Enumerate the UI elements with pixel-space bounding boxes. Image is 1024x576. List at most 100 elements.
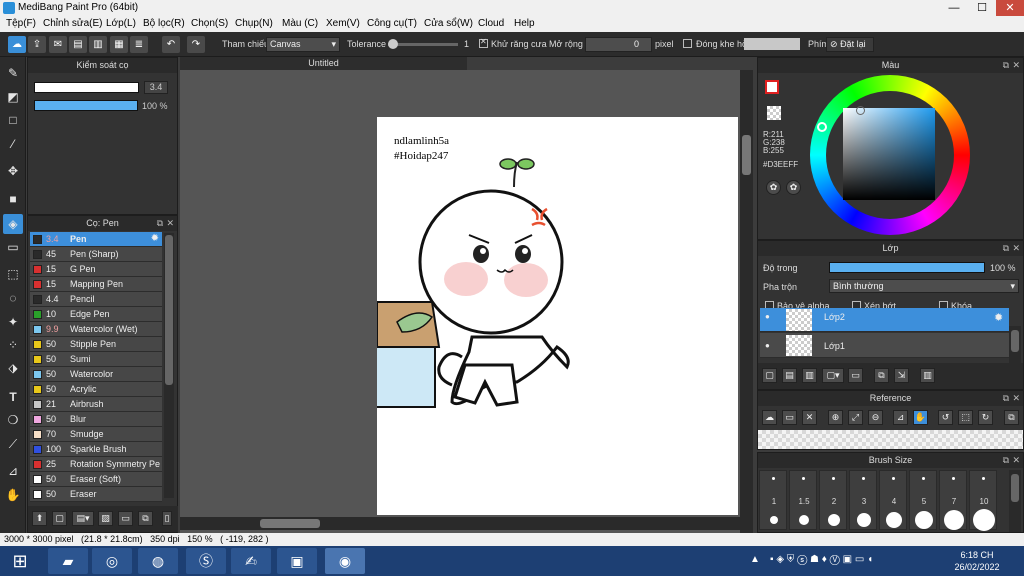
brush-folder-icon[interactable]: ▭ bbox=[118, 511, 133, 526]
flip-icon[interactable]: ⬚ bbox=[958, 410, 973, 425]
file-explorer-icon[interactable]: ▰ bbox=[48, 548, 88, 574]
grid-icon[interactable]: ▦ bbox=[110, 36, 128, 53]
brush-item[interactable]: 50 Acrylic bbox=[30, 382, 162, 397]
layer-scroll-thumb[interactable] bbox=[1011, 330, 1019, 352]
brush-item[interactable]: 15 Mapping Pen bbox=[30, 277, 162, 292]
skype-icon[interactable]: Ⓢ bbox=[186, 548, 226, 574]
rotate-left-icon[interactable]: ↺ bbox=[938, 410, 953, 425]
new-layer-icon[interactable]: ▢ bbox=[762, 368, 777, 383]
duplicate-layer-icon[interactable]: ⧉ bbox=[874, 368, 889, 383]
brush-opacity-slider[interactable] bbox=[34, 100, 138, 111]
select-tool-icon[interactable]: ⬚ bbox=[3, 264, 23, 284]
popout-icon[interactable]: ⧉ bbox=[157, 216, 163, 231]
photos-icon[interactable]: ▣ bbox=[277, 548, 317, 574]
trash-icon[interactable]: ▥ bbox=[920, 368, 935, 383]
brush-menu-icon[interactable]: ▤▾ bbox=[72, 511, 94, 526]
canvas-vertical-scrollbar[interactable] bbox=[740, 70, 753, 533]
primary-color-swatch[interactable] bbox=[765, 80, 779, 94]
layer-row[interactable]: ● Lớp2 ✹ bbox=[760, 308, 1009, 332]
blend-mode-select[interactable]: Bình thường ▾ bbox=[829, 279, 1019, 293]
menu-select[interactable]: Chọn(S) bbox=[191, 18, 228, 29]
gradient-tool-icon[interactable]: ▭ bbox=[3, 237, 23, 257]
brush-item[interactable]: 21 Airbrush bbox=[30, 397, 162, 412]
close-panel-icon[interactable]: ✕ bbox=[1012, 241, 1020, 256]
brush-item[interactable]: 50 Watercolor bbox=[30, 367, 162, 382]
menu-layer[interactable]: Lớp(L) bbox=[106, 18, 136, 29]
brush-copy-icon[interactable]: ⧉ bbox=[138, 511, 153, 526]
windows-start-icon[interactable]: ⊞ bbox=[2, 548, 38, 574]
menu-color[interactable]: Màu (C) bbox=[282, 18, 318, 29]
zoom-out-icon[interactable]: ⊖ bbox=[868, 410, 883, 425]
tray-expand-icon[interactable]: ▲ bbox=[750, 554, 760, 565]
tray-icons[interactable]: ▪ ◈ ⛨ ⓢ ☗ ♦ Ⓥ ▣ ▭ ◖ bbox=[770, 554, 873, 565]
popout-icon[interactable]: ⧉ bbox=[1003, 391, 1009, 406]
brush-delete-icon[interactable]: ▯ bbox=[162, 511, 172, 526]
menu-cloud[interactable]: Cloud bbox=[478, 18, 504, 29]
add-brush-icon[interactable]: ⬆ bbox=[32, 511, 47, 526]
brush-item[interactable]: 50 Stipple Pen bbox=[30, 337, 162, 352]
new-8bit-layer-icon[interactable]: ▥ bbox=[802, 368, 817, 383]
menu-window[interactable]: Cửa sổ(W) bbox=[424, 18, 473, 29]
close-panel-icon[interactable]: ✕ bbox=[1012, 453, 1020, 468]
medibang-taskbar-icon[interactable]: ◉ bbox=[325, 548, 365, 574]
brush-size-scrollbar[interactable] bbox=[1009, 470, 1021, 532]
eye-icon[interactable]: ● bbox=[765, 312, 770, 321]
hscroll-thumb[interactable] bbox=[260, 519, 320, 528]
page-icon[interactable]: ▥ bbox=[89, 36, 107, 53]
chrome-icon[interactable]: ◎ bbox=[92, 548, 132, 574]
eraser-tool-icon[interactable]: ◩ bbox=[3, 87, 23, 107]
brush-item[interactable]: 10 Edge Pen bbox=[30, 307, 162, 322]
close-gap-slider[interactable] bbox=[744, 38, 800, 50]
balloon-tool-icon[interactable]: ❍ bbox=[3, 410, 23, 430]
comment-icon[interactable]: ✉ bbox=[49, 36, 67, 53]
redo-icon[interactable]: ↷ bbox=[187, 36, 205, 53]
taskbar-date[interactable]: 26/02/2022 bbox=[951, 562, 1003, 572]
ref-close-icon[interactable]: ✕ bbox=[802, 410, 817, 425]
brush-size-cell[interactable]: 3 bbox=[849, 470, 877, 530]
canvas-horizontal-scrollbar[interactable] bbox=[180, 517, 740, 530]
popout-icon[interactable]: ⧉ bbox=[1003, 453, 1009, 468]
brush-item[interactable]: 45 Pen (Sharp) bbox=[30, 247, 162, 262]
document-icon[interactable]: ▤ bbox=[69, 36, 87, 53]
new-brush-icon[interactable]: ▢ bbox=[52, 511, 67, 526]
ref-hand-icon[interactable]: ✋ bbox=[913, 410, 928, 425]
close-panel-icon[interactable]: ✕ bbox=[166, 216, 174, 231]
brush-item[interactable]: 50 Blur bbox=[30, 412, 162, 427]
menu-view[interactable]: Xem(V) bbox=[326, 18, 360, 29]
menu-tools[interactable]: Công cụ(T) bbox=[367, 18, 417, 29]
rotate-right-icon[interactable]: ↻ bbox=[978, 410, 993, 425]
upload-icon[interactable]: ⇪ bbox=[28, 36, 46, 53]
menu-help[interactable]: Help bbox=[514, 18, 535, 29]
reference-select[interactable]: Canvas ▾ bbox=[266, 37, 340, 52]
popout-icon[interactable]: ⧉ bbox=[1003, 241, 1009, 256]
brush-size-cell[interactable]: 1.5 bbox=[789, 470, 817, 530]
transparent-color-swatch[interactable] bbox=[767, 106, 781, 120]
brush-item[interactable]: 100 Sparkle Brush bbox=[30, 442, 162, 457]
brush-size-cell[interactable]: 5 bbox=[909, 470, 937, 530]
merge-layer-icon[interactable]: ⇲ bbox=[894, 368, 909, 383]
sv-picker-handle[interactable] bbox=[856, 106, 865, 115]
paint-icon[interactable]: ✍ bbox=[231, 548, 271, 574]
cloud-icon[interactable]: ☁ bbox=[8, 36, 26, 53]
brush-size-scroll-thumb[interactable] bbox=[1011, 474, 1019, 502]
brush-item[interactable]: 9.9 Watercolor (Wet) bbox=[30, 322, 162, 337]
eyedropper-icon[interactable]: ⊿ bbox=[3, 461, 23, 481]
reference-view[interactable] bbox=[758, 430, 1023, 449]
divide-tool-icon[interactable]: ⟋ bbox=[3, 434, 23, 454]
layer-row[interactable]: ● Lớp1 bbox=[760, 333, 1009, 358]
brush-size-cell[interactable]: 1 bbox=[759, 470, 787, 530]
gear-icon[interactable]: ✹ bbox=[994, 311, 1003, 324]
bucket-tool-icon[interactable]: ◈ bbox=[3, 214, 23, 234]
ref-open-icon[interactable]: ▭ bbox=[782, 410, 797, 425]
layer-folder-icon[interactable]: ▭ bbox=[848, 368, 863, 383]
canvas-paper[interactable]: ndlamlinh5a #Hoidap247 bbox=[377, 117, 738, 515]
saturation-value-square[interactable] bbox=[843, 108, 935, 200]
brush-item[interactable]: 4.4 Pencil bbox=[30, 292, 162, 307]
expand-input[interactable]: 0 bbox=[585, 37, 652, 52]
reset-button[interactable]: ⊘ Đặt lại bbox=[826, 37, 874, 52]
close-button[interactable]: ✕ bbox=[996, 0, 1024, 16]
brush-item[interactable]: 3.4 Pen ✹ bbox=[30, 232, 162, 247]
brush-size-cell[interactable]: 10 bbox=[969, 470, 997, 531]
list-icon[interactable]: ≣ bbox=[130, 36, 148, 53]
select-eraser-icon[interactable]: ⬗ bbox=[3, 358, 23, 378]
